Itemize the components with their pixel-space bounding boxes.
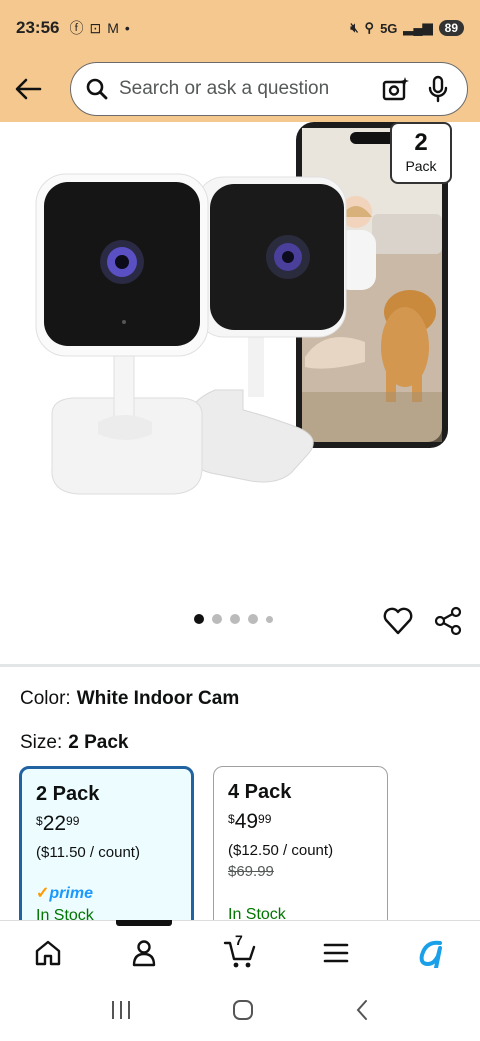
system-navigation-bar <box>0 984 480 1041</box>
share-button[interactable] <box>432 605 464 637</box>
camera-search-button[interactable] <box>381 74 411 104</box>
prime-badge: ✓prime <box>36 883 177 903</box>
chevron-left-icon <box>356 1000 367 1020</box>
pack-badge: 2 Pack <box>390 122 452 184</box>
status-right: 🔇︎ ⚲ 5G ▂▄▆ 89 <box>350 20 464 36</box>
carousel-dot[interactable] <box>230 614 240 624</box>
network-label: 5G <box>380 20 398 36</box>
signal-icon: ▂▄▆ <box>403 20 433 35</box>
mute-icon: 🔇︎ <box>350 20 359 35</box>
option-list-price: $69.99 <box>228 863 274 880</box>
color-label: Color: <box>20 688 71 709</box>
screenshot-icon: ⊡ <box>89 19 102 36</box>
heart-icon <box>383 607 413 635</box>
system-back-button[interactable] <box>353 998 371 1027</box>
image-carousel-dots <box>194 614 273 624</box>
price-whole: 22 <box>42 812 67 835</box>
option-unit-price: ($12.50 / count) <box>228 842 334 859</box>
color-selection: Color: White Indoor Cam <box>20 688 239 710</box>
home-button[interactable] <box>231 998 255 1027</box>
search-icon <box>86 78 108 100</box>
home-icon <box>35 940 61 965</box>
camera-sparkle-icon <box>382 77 409 101</box>
pack-badge-text: Pack <box>405 158 437 174</box>
price-fraction: 99 <box>66 814 80 828</box>
recent-apps-button[interactable] <box>109 999 133 1026</box>
section-divider <box>0 664 480 667</box>
color-value: White Indoor Cam <box>76 688 240 709</box>
hamburger-menu-icon <box>323 943 349 962</box>
active-tab-indicator <box>116 920 172 926</box>
facebook-icon: ⓕ <box>69 20 84 36</box>
microphone-icon <box>428 75 448 103</box>
size-value: 2 Pack <box>68 732 129 753</box>
status-bar: 23:56 ⓕ ⊡ M • 🔇︎ ⚲ 5G ▂▄▆ 89 <box>0 0 480 56</box>
share-icon <box>434 606 462 636</box>
battery-indicator: 89 <box>438 20 464 36</box>
voice-search-button[interactable] <box>423 74 453 104</box>
prime-label: prime <box>49 885 93 902</box>
status-time: 23:56 <box>16 18 60 37</box>
price-fraction: 99 <box>258 812 272 826</box>
nav-menu[interactable] <box>306 929 366 977</box>
person-icon <box>132 939 156 966</box>
bottom-nav: 7 <box>0 920 480 984</box>
arrow-left-icon <box>15 78 42 100</box>
nav-cart[interactable]: 7 <box>210 929 270 977</box>
nav-account[interactable] <box>114 929 174 977</box>
notification-icons: ⓕ ⊡ M • <box>69 18 129 38</box>
price-currency: $ <box>228 812 235 826</box>
option-name: 2 Pack <box>36 783 100 805</box>
size-option-2-pack[interactable]: 2 Pack $2299 ($11.50 / count) ✓prime In … <box>19 766 194 936</box>
pack-badge-number: 2 <box>414 129 428 156</box>
cart-count: 7 <box>235 931 243 948</box>
security-camera-photo <box>35 122 448 495</box>
nav-rufus[interactable] <box>402 929 462 977</box>
price-whole: 49 <box>234 810 259 833</box>
option-unit-price: ($11.50 / count) <box>36 844 140 861</box>
product-image[interactable] <box>0 122 480 592</box>
carousel-dot[interactable] <box>266 615 273 623</box>
search-input[interactable]: Search or ask a question <box>119 78 369 100</box>
dot-icon: • <box>124 20 130 36</box>
nav-home[interactable] <box>18 929 78 977</box>
option-name: 4 Pack <box>228 781 292 803</box>
option-price: $4999 <box>228 810 373 834</box>
gmail-icon: M <box>107 20 119 36</box>
carousel-dot[interactable] <box>248 614 258 624</box>
rufus-ai-icon <box>419 940 442 968</box>
back-button[interactable] <box>10 71 46 107</box>
location-icon: ⚲ <box>364 20 375 35</box>
size-label: Size: <box>20 732 63 753</box>
wishlist-button[interactable] <box>382 605 414 637</box>
home-circle-icon <box>233 1000 253 1020</box>
prime-check-icon: ✓ <box>36 885 50 902</box>
size-selection: Size: 2 Pack <box>20 732 128 754</box>
carousel-dot[interactable] <box>194 614 204 624</box>
search-bar[interactable]: Search or ask a question <box>70 62 468 116</box>
recent-apps-icon <box>112 1001 130 1019</box>
header: Search or ask a question <box>0 56 480 122</box>
carousel-dot[interactable] <box>212 614 222 624</box>
price-currency: $ <box>36 814 43 828</box>
size-option-4-pack[interactable]: 4 Pack $4999 ($12.50 / count) $69.99 In … <box>213 766 388 936</box>
option-price: $2299 <box>36 812 177 836</box>
